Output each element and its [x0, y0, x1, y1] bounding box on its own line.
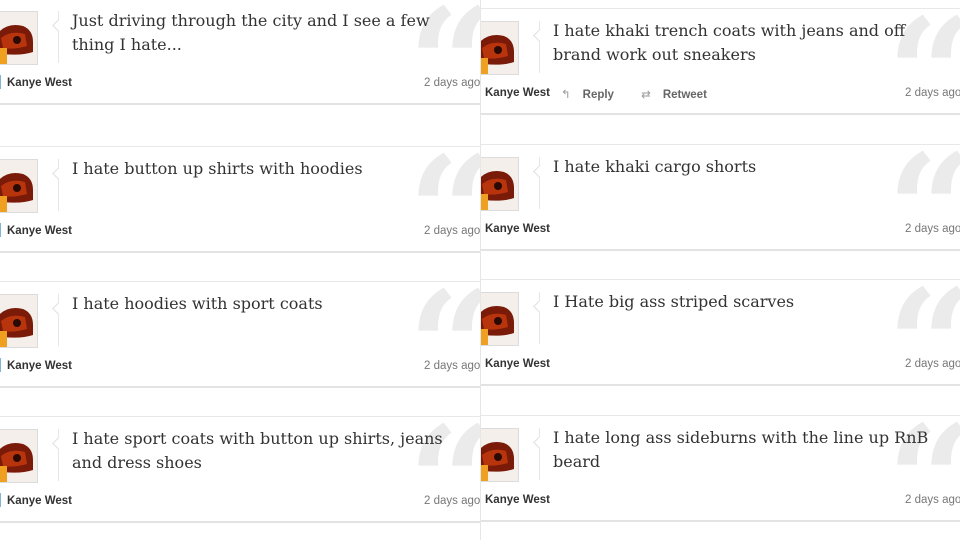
tweet-card[interactable]: “ I hate hoodies with sport coats Kanye …	[0, 281, 480, 388]
retweet-icon: ⇄	[641, 89, 651, 101]
speech-notch	[533, 29, 546, 42]
tweet-column-right: “ I hate khaki trench coats with jeans a…	[481, 0, 960, 540]
tweet-card[interactable]: “ Just driving through the city and I se…	[0, 0, 480, 105]
tweet-text: I hate hoodies with sport coats	[72, 294, 323, 313]
tweet-actions: ↰ Reply ⇄ Retweet	[561, 87, 731, 101]
speech-notch	[52, 19, 65, 32]
avatar[interactable]	[481, 292, 519, 346]
tweet-timestamp[interactable]: 2 days ago	[905, 87, 960, 99]
tweet-text: I hate long ass sideburns with the line …	[553, 428, 929, 471]
author-accent	[0, 493, 1, 507]
tweet-timestamp[interactable]: 2 days ago	[905, 358, 960, 370]
tweet-timestamp[interactable]: 2 days ago	[424, 360, 480, 372]
reply-label: Reply	[582, 89, 614, 101]
avatar[interactable]	[481, 428, 519, 482]
speech-notch	[533, 165, 546, 178]
avatar[interactable]	[481, 21, 519, 75]
tweet-timestamp[interactable]: 2 days ago	[424, 77, 480, 89]
tweet-timestamp[interactable]: 2 days ago	[424, 495, 480, 507]
tweet-timestamp[interactable]: 2 days ago	[424, 225, 480, 237]
speech-notch	[52, 302, 65, 315]
tweet-author[interactable]: Kanye West	[485, 223, 550, 235]
author-accent	[0, 358, 1, 372]
author-accent	[0, 223, 1, 237]
speech-notch	[533, 300, 546, 313]
tweet-text: I hate khaki cargo shorts	[553, 157, 757, 176]
tweet-author[interactable]: Kanye West	[485, 358, 550, 370]
speech-notch	[52, 437, 65, 450]
tweet-author[interactable]: Kanye West	[7, 77, 72, 89]
reply-button[interactable]: ↰ Reply	[561, 89, 626, 101]
tweet-timestamp[interactable]: 2 days ago	[905, 223, 960, 235]
tweet-author[interactable]: Kanye West	[7, 360, 72, 372]
avatar[interactable]	[0, 429, 38, 483]
tweet-text: I hate khaki trench coats with jeans and…	[553, 21, 906, 64]
tweet-text: I hate sport coats with button up shirts…	[72, 429, 443, 472]
tweet-card[interactable]: “ I hate khaki cargo shorts Kanye West 2…	[481, 144, 960, 251]
author-accent	[0, 75, 1, 89]
avatar[interactable]	[481, 157, 519, 211]
tweet-text: Just driving through the city and I see …	[72, 11, 430, 54]
avatar[interactable]	[0, 294, 38, 348]
avatar[interactable]	[0, 159, 38, 213]
tweet-card[interactable]: “ I hate button up shirts with hoodies K…	[0, 146, 480, 253]
speech-notch	[52, 167, 65, 180]
tweet-text: I hate button up shirts with hoodies	[72, 159, 363, 178]
speech-notch	[533, 436, 546, 449]
tweet-author[interactable]: Kanye West	[7, 225, 72, 237]
tweet-column-left: “ Just driving through the city and I se…	[0, 0, 480, 540]
retweet-label: Retweet	[662, 89, 707, 101]
tweet-timestamp[interactable]: 2 days ago	[905, 494, 960, 506]
tweet-card[interactable]: “ I Hate big ass striped scarves Kanye W…	[481, 279, 960, 386]
tweet-author[interactable]: Kanye West	[7, 495, 72, 507]
tweet-card[interactable]: “ I hate sport coats with button up shir…	[0, 416, 480, 523]
retweet-button[interactable]: ⇄ Retweet	[641, 89, 719, 101]
tweet-card[interactable]: “ I hate long ass sideburns with the lin…	[481, 415, 960, 522]
tweet-card[interactable]: “ I hate khaki trench coats with jeans a…	[481, 8, 960, 115]
avatar[interactable]	[0, 11, 38, 65]
reply-arrow-icon: ↰	[561, 89, 571, 101]
tweet-author[interactable]: Kanye West	[485, 494, 550, 506]
tweet-author[interactable]: Kanye West	[485, 87, 550, 99]
tweet-text: I Hate big ass striped scarves	[553, 292, 795, 311]
